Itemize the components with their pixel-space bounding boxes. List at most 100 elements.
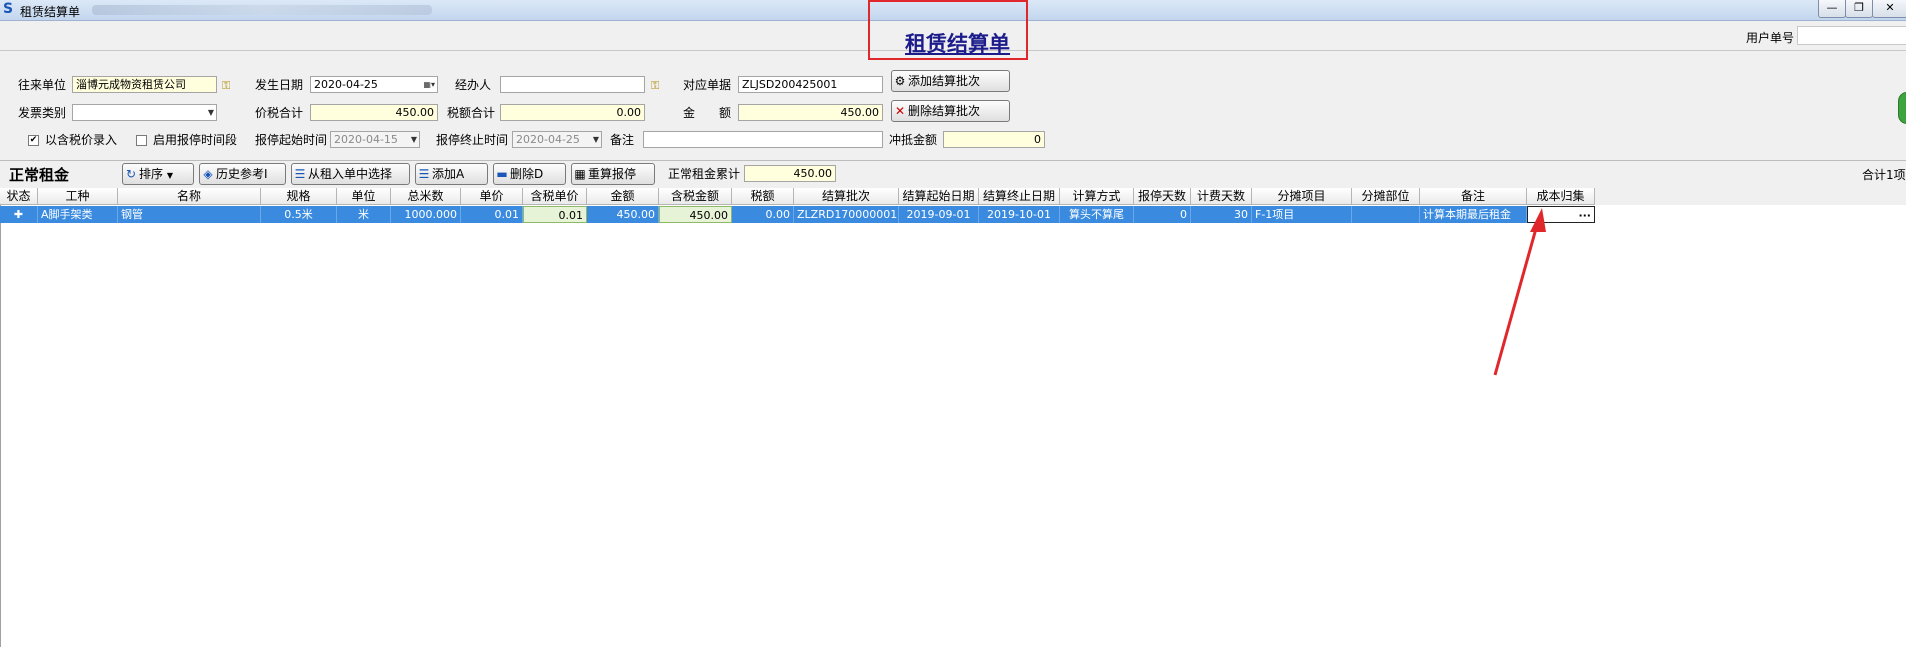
remark-field[interactable] <box>643 131 883 148</box>
stop-end-field[interactable]: 2020-04-25 ▼ <box>512 131 602 148</box>
minimize-button[interactable]: — <box>1818 0 1846 18</box>
col-header[interactable]: 税额 <box>732 188 794 205</box>
cell-part[interactable] <box>1352 206 1420 223</box>
stop-end-label: 报停终止时间 <box>436 133 509 147</box>
col-header[interactable]: 工种 <box>38 188 118 205</box>
cell-tax-price[interactable]: 0.01 <box>523 206 587 223</box>
delete-batch-label: 删除结算批次 <box>908 104 981 118</box>
green-round-button[interactable] <box>1898 92 1906 124</box>
cell-start[interactable]: 2019-09-01 <box>899 206 979 223</box>
col-header[interactable]: 结算终止日期 <box>979 188 1060 205</box>
cell-method[interactable]: 算头不算尾 <box>1060 206 1134 223</box>
col-header[interactable]: 结算批次 <box>794 188 899 205</box>
col-header[interactable]: 规格 <box>261 188 337 205</box>
enable-period-checkbox[interactable] <box>136 135 147 146</box>
history-button[interactable]: ◈ 历史参考I <box>199 163 286 185</box>
col-header[interactable]: 计费天数 <box>1191 188 1252 205</box>
include-tax-checkbox[interactable]: ✔ <box>28 135 39 146</box>
rent-total-field: 450.00 <box>744 165 836 182</box>
col-header[interactable]: 含税金额 <box>659 188 732 205</box>
tax-amount-field[interactable]: 0.00 <box>500 104 645 121</box>
key-icon[interactable]: ⚿ <box>222 80 238 92</box>
invoice-type-label: 发票类别 <box>18 106 67 120</box>
handler-field[interactable] <box>500 76 645 93</box>
delete-button[interactable]: ▬ 删除D <box>493 163 566 185</box>
refresh-icon: ↻ <box>125 167 137 181</box>
sort-label: 排序 <box>139 167 164 181</box>
delete-batch-button[interactable]: ✕ 删除结算批次 <box>891 100 1010 122</box>
stop-start-field[interactable]: 2020-04-15 ▼ <box>330 131 420 148</box>
key-icon[interactable]: ⚿ <box>651 80 667 92</box>
calculator-icon: ▦ <box>574 167 586 181</box>
cell-tax[interactable]: 0.00 <box>732 206 794 223</box>
col-header[interactable]: 结算起始日期 <box>899 188 979 205</box>
status-add-icon[interactable]: ✚ <box>0 206 38 223</box>
app-icon: S <box>3 1 14 17</box>
history-icon: ◈ <box>203 167 213 181</box>
date-field[interactable]: 2020-04-25 ▦▾ <box>310 76 438 93</box>
invoice-type-select[interactable]: ▼ <box>72 104 217 121</box>
add-row-icon: ☰ <box>418 167 430 181</box>
col-header[interactable]: 单位 <box>337 188 391 205</box>
partner-label: 往来单位 <box>18 78 67 92</box>
col-header[interactable]: 报停天数 <box>1134 188 1191 205</box>
select-from-button[interactable]: ☰ 从租入单中选择 <box>291 163 410 185</box>
maximize-button[interactable]: ❐ <box>1845 0 1873 18</box>
doc-field[interactable]: ZLJSD200425001 <box>738 76 883 93</box>
cell-unit[interactable]: 米 <box>337 206 391 223</box>
user-no-label: 用户单号 <box>1746 31 1795 45</box>
select-from-label: 从租入单中选择 <box>308 167 393 181</box>
cell-spec[interactable]: 0.5米 <box>261 206 337 223</box>
ellipsis-icon[interactable]: ··· <box>1578 207 1591 222</box>
user-no-input[interactable] <box>1797 26 1906 45</box>
col-header[interactable]: 含税单价 <box>523 188 587 205</box>
add-batch-button[interactable]: ⚙ 添加结算批次 <box>891 70 1010 92</box>
col-header[interactable]: 分摊项目 <box>1252 188 1352 205</box>
add-batch-label: 添加结算批次 <box>908 74 981 88</box>
amount-field[interactable]: 450.00 <box>738 104 883 121</box>
cell-tax-amount-total[interactable]: 450.00 <box>659 206 732 223</box>
cell-project[interactable]: F-1项目 <box>1252 206 1352 223</box>
section-title: 正常租金 <box>9 166 70 184</box>
add-button[interactable]: ☰ 添加A <box>415 163 488 185</box>
tax-amount-label: 税额合计 <box>447 106 496 120</box>
rent-total-label: 正常租金累计 <box>668 167 741 181</box>
col-header[interactable]: 计算方式 <box>1060 188 1134 205</box>
cell-bill-days[interactable]: 30 <box>1191 206 1252 223</box>
cell-type[interactable]: A脚手架类 <box>38 206 118 223</box>
gear-icon: ⚙ <box>894 74 906 88</box>
delete-label: 删除D <box>510 167 544 181</box>
cell-name[interactable]: 钢管 <box>118 206 261 223</box>
col-header[interactable]: 名称 <box>118 188 261 205</box>
handler-label: 经办人 <box>455 78 492 92</box>
col-header[interactable]: 分摊部位 <box>1352 188 1420 205</box>
date-label: 发生日期 <box>255 78 304 92</box>
close-button[interactable]: ✕ <box>1872 0 1906 18</box>
tax-total-field[interactable]: 450.00 <box>310 104 438 121</box>
col-header[interactable]: 金额 <box>587 188 659 205</box>
stop-start-value: 2020-04-15 <box>334 133 398 146</box>
recalc-label: 重算报停 <box>588 167 637 181</box>
calendar-dropdown-icon[interactable]: ▦▾ <box>423 77 435 92</box>
cell-total-m[interactable]: 1000.000 <box>391 206 461 223</box>
cell-price[interactable]: 0.01 <box>461 206 523 223</box>
date-value: 2020-04-25 <box>314 78 378 91</box>
offset-field[interactable]: 0 <box>943 131 1045 148</box>
chevron-down-icon: ▼ <box>166 171 173 180</box>
chevron-down-icon: ▼ <box>207 108 214 117</box>
window-title: 租赁结算单 <box>20 5 81 19</box>
stop-start-label: 报停起始时间 <box>255 133 328 147</box>
col-header[interactable]: 单价 <box>461 188 523 205</box>
cell-stop-days[interactable]: 0 <box>1134 206 1191 223</box>
sort-button[interactable]: ↻ 排序 ▼ <box>122 163 194 185</box>
delete-x-icon: ✕ <box>894 104 906 118</box>
partner-field[interactable]: 淄博元成物资租赁公司 <box>72 76 217 93</box>
cell-amount[interactable]: 450.00 <box>587 206 659 223</box>
col-header[interactable]: 状态 <box>0 188 38 205</box>
stop-end-value: 2020-04-25 <box>516 133 580 146</box>
chevron-down-icon: ▼ <box>410 135 417 144</box>
cell-batch[interactable]: ZLZRD170000001 <box>794 206 899 223</box>
col-header[interactable]: 总米数 <box>391 188 461 205</box>
recalc-button[interactable]: ▦ 重算报停 <box>571 163 655 185</box>
cell-end[interactable]: 2019-10-01 <box>979 206 1060 223</box>
